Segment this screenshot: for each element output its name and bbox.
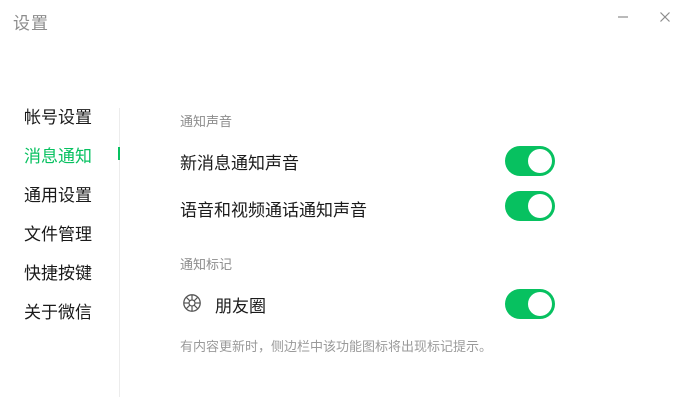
toggle-knob	[528, 149, 552, 173]
minimize-button[interactable]	[610, 6, 636, 28]
new-message-sound-label: 新消息通知声音	[180, 154, 299, 174]
sidebar-item-about[interactable]: 关于微信	[24, 298, 92, 324]
title-bar: 设置	[0, 0, 688, 40]
moments-label: 朋友圈	[215, 297, 266, 317]
close-button[interactable]	[652, 6, 678, 28]
sidebar-item-files[interactable]: 文件管理	[24, 220, 92, 246]
minimize-icon	[618, 16, 628, 18]
section-title-sound: 通知声音	[180, 115, 233, 130]
sidebar-item-general[interactable]: 通用设置	[24, 181, 92, 207]
moments-icon	[183, 294, 201, 312]
badge-hint-text: 有内容更新时，侧边栏中该功能图标将出现标记提示。	[180, 340, 493, 355]
call-sound-toggle[interactable]	[505, 191, 555, 221]
section-title-badge: 通知标记	[180, 258, 233, 273]
window-title: 设置	[13, 14, 49, 34]
sidebar-item-shortcuts[interactable]: 快捷按键	[24, 259, 92, 285]
toggle-knob	[528, 194, 552, 218]
sidebar-item-notifications[interactable]: 消息通知	[24, 142, 92, 168]
close-icon	[660, 12, 670, 22]
sidebar-item-account[interactable]: 帐号设置	[24, 103, 92, 129]
new-message-sound-toggle[interactable]	[505, 146, 555, 176]
call-sound-label: 语音和视频通话通知声音	[180, 201, 367, 221]
active-indicator	[118, 147, 120, 160]
moments-badge-toggle[interactable]	[505, 289, 555, 319]
toggle-knob	[528, 292, 552, 316]
